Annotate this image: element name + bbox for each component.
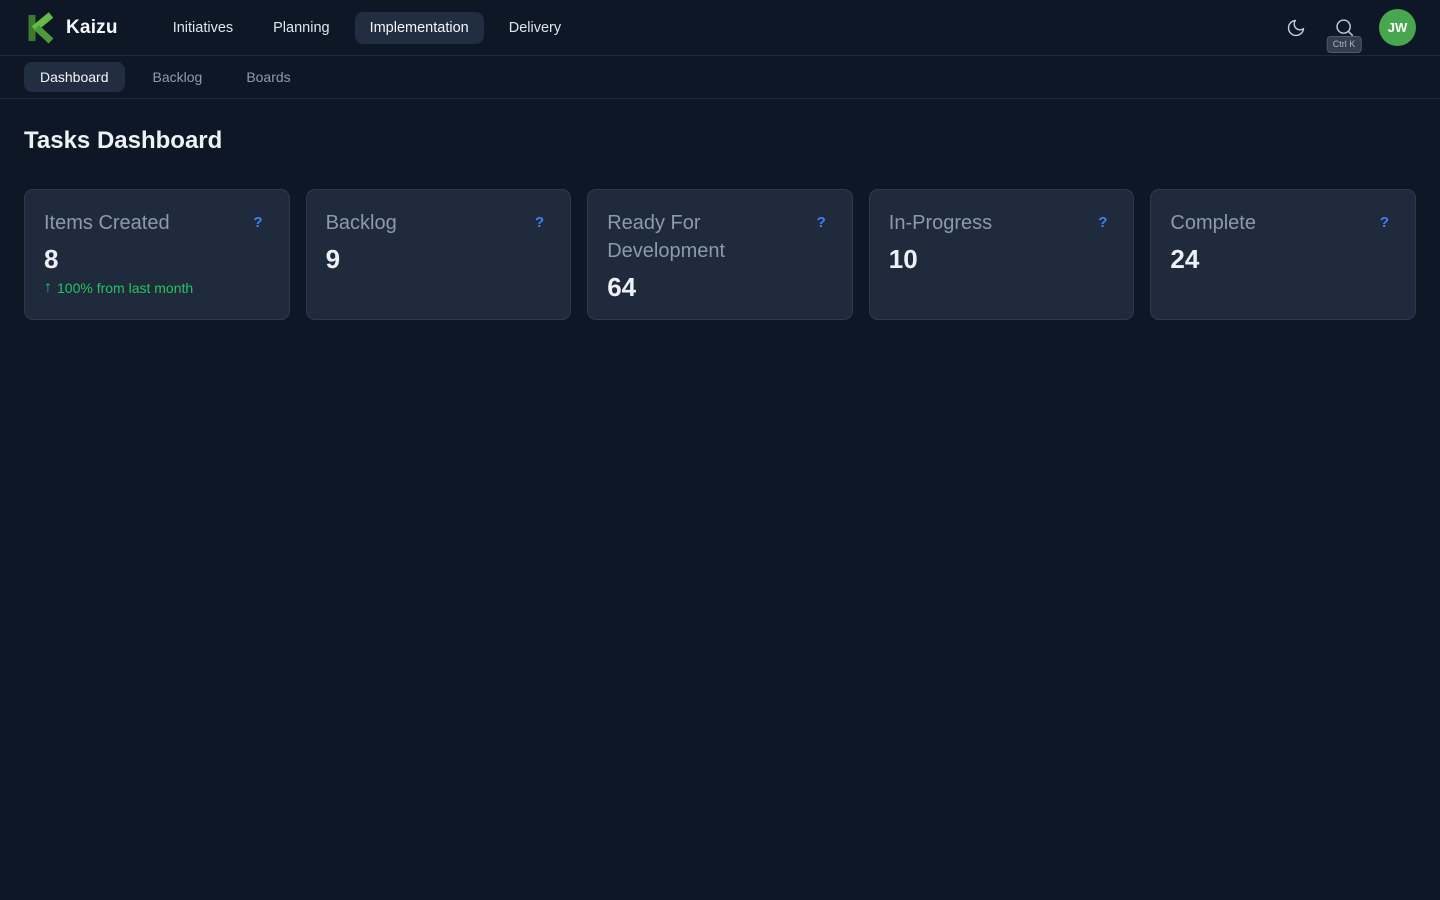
stat-card-value: 10 xyxy=(889,243,1114,275)
tab-boards[interactable]: Boards xyxy=(230,62,306,92)
stat-card-value: 9 xyxy=(326,243,551,275)
top-bar: Kaizu Initiatives Planning Implementatio… xyxy=(0,0,1440,56)
page-title: Tasks Dashboard xyxy=(24,127,1416,155)
nav-item-implementation[interactable]: Implementation xyxy=(355,12,484,44)
theme-toggle-button[interactable] xyxy=(1283,15,1309,41)
user-avatar[interactable]: JW xyxy=(1379,9,1416,46)
moon-icon xyxy=(1286,18,1306,38)
stat-card-value: 24 xyxy=(1170,243,1395,275)
brand[interactable]: Kaizu xyxy=(24,12,118,44)
nav-item-initiatives[interactable]: Initiatives xyxy=(158,12,248,44)
stat-card-trend: ↑ 100% from last month xyxy=(44,280,269,296)
help-icon[interactable]: ? xyxy=(1380,209,1395,230)
nav-item-planning[interactable]: Planning xyxy=(258,12,344,44)
trend-label: 100% from last month xyxy=(57,280,193,296)
help-icon[interactable]: ? xyxy=(253,209,268,230)
stat-card-items-created: Items Created ? 8 ↑ 100% from last month xyxy=(24,189,290,320)
stat-card-title: In-Progress xyxy=(889,209,992,237)
stat-card-ready-for-development: Ready For Development ? 64 xyxy=(587,189,853,320)
help-icon[interactable]: ? xyxy=(817,209,832,230)
search-shortcut-badge: Ctrl K xyxy=(1327,36,1362,53)
stat-cards-grid: Items Created ? 8 ↑ 100% from last month… xyxy=(24,189,1416,320)
tab-dashboard[interactable]: Dashboard xyxy=(24,62,125,92)
stat-card-title: Backlog xyxy=(326,209,397,237)
help-icon[interactable]: ? xyxy=(1098,209,1113,230)
sub-nav: Dashboard Backlog Boards xyxy=(0,56,1440,99)
trend-up-icon: ↑ xyxy=(44,280,52,296)
stat-card-title: Items Created xyxy=(44,209,170,237)
search-button[interactable]: Ctrl K xyxy=(1331,15,1357,41)
main-content: Tasks Dashboard Items Created ? 8 ↑ 100%… xyxy=(0,99,1440,348)
main-nav: Initiatives Planning Implementation Deli… xyxy=(158,12,576,44)
stat-card-title: Ready For Development xyxy=(607,209,808,265)
stat-card-value: 8 xyxy=(44,243,269,275)
stat-card-complete: Complete ? 24 xyxy=(1150,189,1416,320)
stat-card-backlog: Backlog ? 9 xyxy=(306,189,572,320)
kaizu-logo-icon xyxy=(24,12,56,44)
nav-item-delivery[interactable]: Delivery xyxy=(494,12,576,44)
stat-card-value: 64 xyxy=(607,271,832,303)
brand-name: Kaizu xyxy=(66,17,118,39)
tab-backlog[interactable]: Backlog xyxy=(137,62,219,92)
stat-card-in-progress: In-Progress ? 10 xyxy=(869,189,1135,320)
stat-card-title: Complete xyxy=(1170,209,1256,237)
help-icon[interactable]: ? xyxy=(535,209,550,230)
